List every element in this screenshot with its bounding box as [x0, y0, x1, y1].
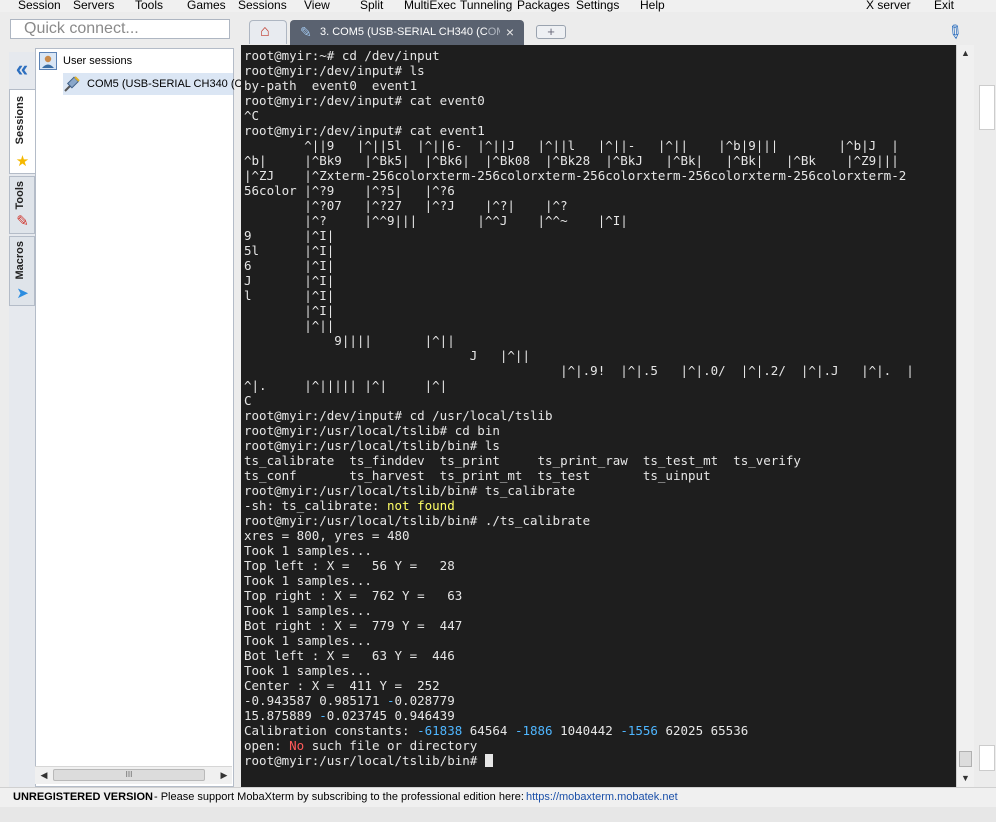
- star-icon: ★: [15, 153, 30, 170]
- scroll-right-icon[interactable]: ▶: [217, 767, 231, 784]
- terminal-text-segment: 64564: [462, 723, 515, 738]
- scroll-down-icon[interactable]: ▼: [957, 770, 974, 787]
- menu-games[interactable]: Games: [187, 0, 226, 12]
- scroll-thumb[interactable]: [959, 751, 972, 767]
- scroll-thumb[interactable]: III: [53, 769, 205, 781]
- menu-packages[interactable]: Packages: [517, 0, 570, 12]
- tree-session-com5[interactable]: COM5 (USB-SERIAL CH340 (C: [63, 73, 242, 95]
- terminal-text-segment: not found: [387, 498, 455, 513]
- tab-bar: ⌂ ✎ 3. COM5 (USB-SERIAL CH340 (COM × +: [241, 20, 975, 45]
- tab-macros-label: Macros: [14, 241, 26, 280]
- mobaxterm-link[interactable]: https://mobaxterm.mobatek.net: [526, 788, 678, 806]
- tab-session-title-text: 3. COM5 (USB-SERIAL CH340 (C: [320, 26, 488, 38]
- terminal-text-segment: 0.985171: [311, 693, 387, 708]
- serial-plug-icon: ✎: [300, 24, 312, 40]
- terminal-text-segment: -61838: [417, 723, 463, 738]
- terminal[interactable]: root@myir:~# cd /dev/input root@myir:/de…: [241, 45, 956, 787]
- terminal-text-segment: root@myir:/usr/local/tslib/bin# ./ts_cal…: [244, 513, 591, 693]
- terminal-text-segment: root@myir:~# cd /dev/input root@myir:/de…: [244, 48, 914, 513]
- user-sessions-icon: [39, 52, 57, 71]
- tab-sessions[interactable]: Sessions ★: [9, 89, 35, 174]
- menu-exit[interactable]: Exit: [934, 0, 954, 12]
- scroll-up-icon[interactable]: ▲: [957, 45, 974, 62]
- tab-sessions-label: Sessions: [14, 96, 26, 145]
- new-tab-button[interactable]: +: [536, 25, 566, 39]
- terminal-text-segment: -1556: [620, 723, 658, 738]
- terminal-text-segment: such file or directory: [311, 738, 478, 753]
- menu-split[interactable]: Split: [360, 0, 383, 12]
- menu-settings[interactable]: Settings: [576, 0, 619, 12]
- terminal-output: root@myir:~# cd /dev/input root@myir:/de…: [241, 45, 956, 768]
- sessions-horizontal-scrollbar[interactable]: ◀ III ▶: [35, 766, 232, 784]
- tab-session-title: 3. COM5 (USB-SERIAL CH340 (COM: [320, 20, 500, 45]
- tab-session-com5[interactable]: ✎ 3. COM5 (USB-SERIAL CH340 (COM ×: [290, 20, 524, 45]
- tools-icon: ✎: [16, 213, 29, 230]
- tree-user-sessions[interactable]: User sessions: [39, 50, 132, 72]
- bottom-strip: [0, 807, 996, 822]
- support-message: - Please support MobaXterm by subscribin…: [154, 791, 524, 803]
- unregistered-label: UNREGISTERED VERSION: [13, 791, 153, 803]
- tree-session-com5-label: COM5 (USB-SERIAL CH340 (C: [87, 78, 243, 90]
- tab-tools[interactable]: Tools ✎: [9, 176, 35, 234]
- terminal-vertical-scrollbar[interactable]: ▲ ▼: [956, 45, 974, 787]
- quick-connect-input[interactable]: Quick connect...: [10, 19, 230, 39]
- tree-user-sessions-label: User sessions: [63, 55, 133, 67]
- terminal-text-segment: No: [289, 738, 305, 753]
- sessions-panel: User sessions COM5 (USB-SERIAL CH340 (C: [35, 48, 242, 787]
- right-strip-block: [979, 85, 995, 130]
- menu-sessions[interactable]: Sessions: [238, 0, 287, 12]
- terminal-prompt: root@myir:/usr/local/tslib/bin#: [244, 753, 485, 768]
- terminal-text-segment: -1886: [514, 723, 553, 738]
- home-icon: ⌂: [260, 23, 270, 40]
- collapse-sidebar-icon[interactable]: «: [12, 58, 32, 80]
- menu-bar: Session Servers Tools Games Sessions Vie…: [0, 0, 996, 12]
- scroll-left-icon[interactable]: ◀: [37, 767, 51, 784]
- menu-servers[interactable]: Servers: [73, 0, 114, 12]
- menu-view[interactable]: View: [304, 0, 330, 12]
- menu-help[interactable]: Help: [640, 0, 665, 12]
- tab-macros[interactable]: Macros ➤: [9, 236, 35, 306]
- close-tab-icon[interactable]: ×: [506, 20, 514, 45]
- menu-session[interactable]: Session: [18, 0, 61, 12]
- terminal-text-segment: -: [387, 693, 395, 708]
- serial-plug-icon: [63, 75, 81, 93]
- terminal-cursor: [484, 754, 493, 767]
- right-strip: [975, 45, 996, 787]
- menu-multiexec[interactable]: MultiExec: [404, 0, 456, 12]
- terminal-text-segment: -: [319, 708, 327, 723]
- menu-x-server[interactable]: X server: [866, 0, 911, 12]
- side-tabs: « Sessions ★ Tools ✎ Macros ➤: [9, 52, 36, 787]
- right-strip-block: [979, 745, 995, 771]
- tab-session-title-fade: OM: [487, 26, 500, 38]
- menu-tunneling[interactable]: Tunneling: [460, 0, 512, 12]
- terminal-text-segment: 1040442: [552, 723, 621, 738]
- menu-tools[interactable]: Tools: [135, 0, 163, 12]
- tab-tools-label: Tools: [14, 181, 26, 210]
- paper-plane-icon: ➤: [16, 285, 29, 302]
- home-tab[interactable]: ⌂: [249, 20, 287, 44]
- terminal-text-segment: -0.943587: [244, 693, 312, 708]
- status-bar: UNREGISTERED VERSION - Please support Mo…: [0, 787, 996, 808]
